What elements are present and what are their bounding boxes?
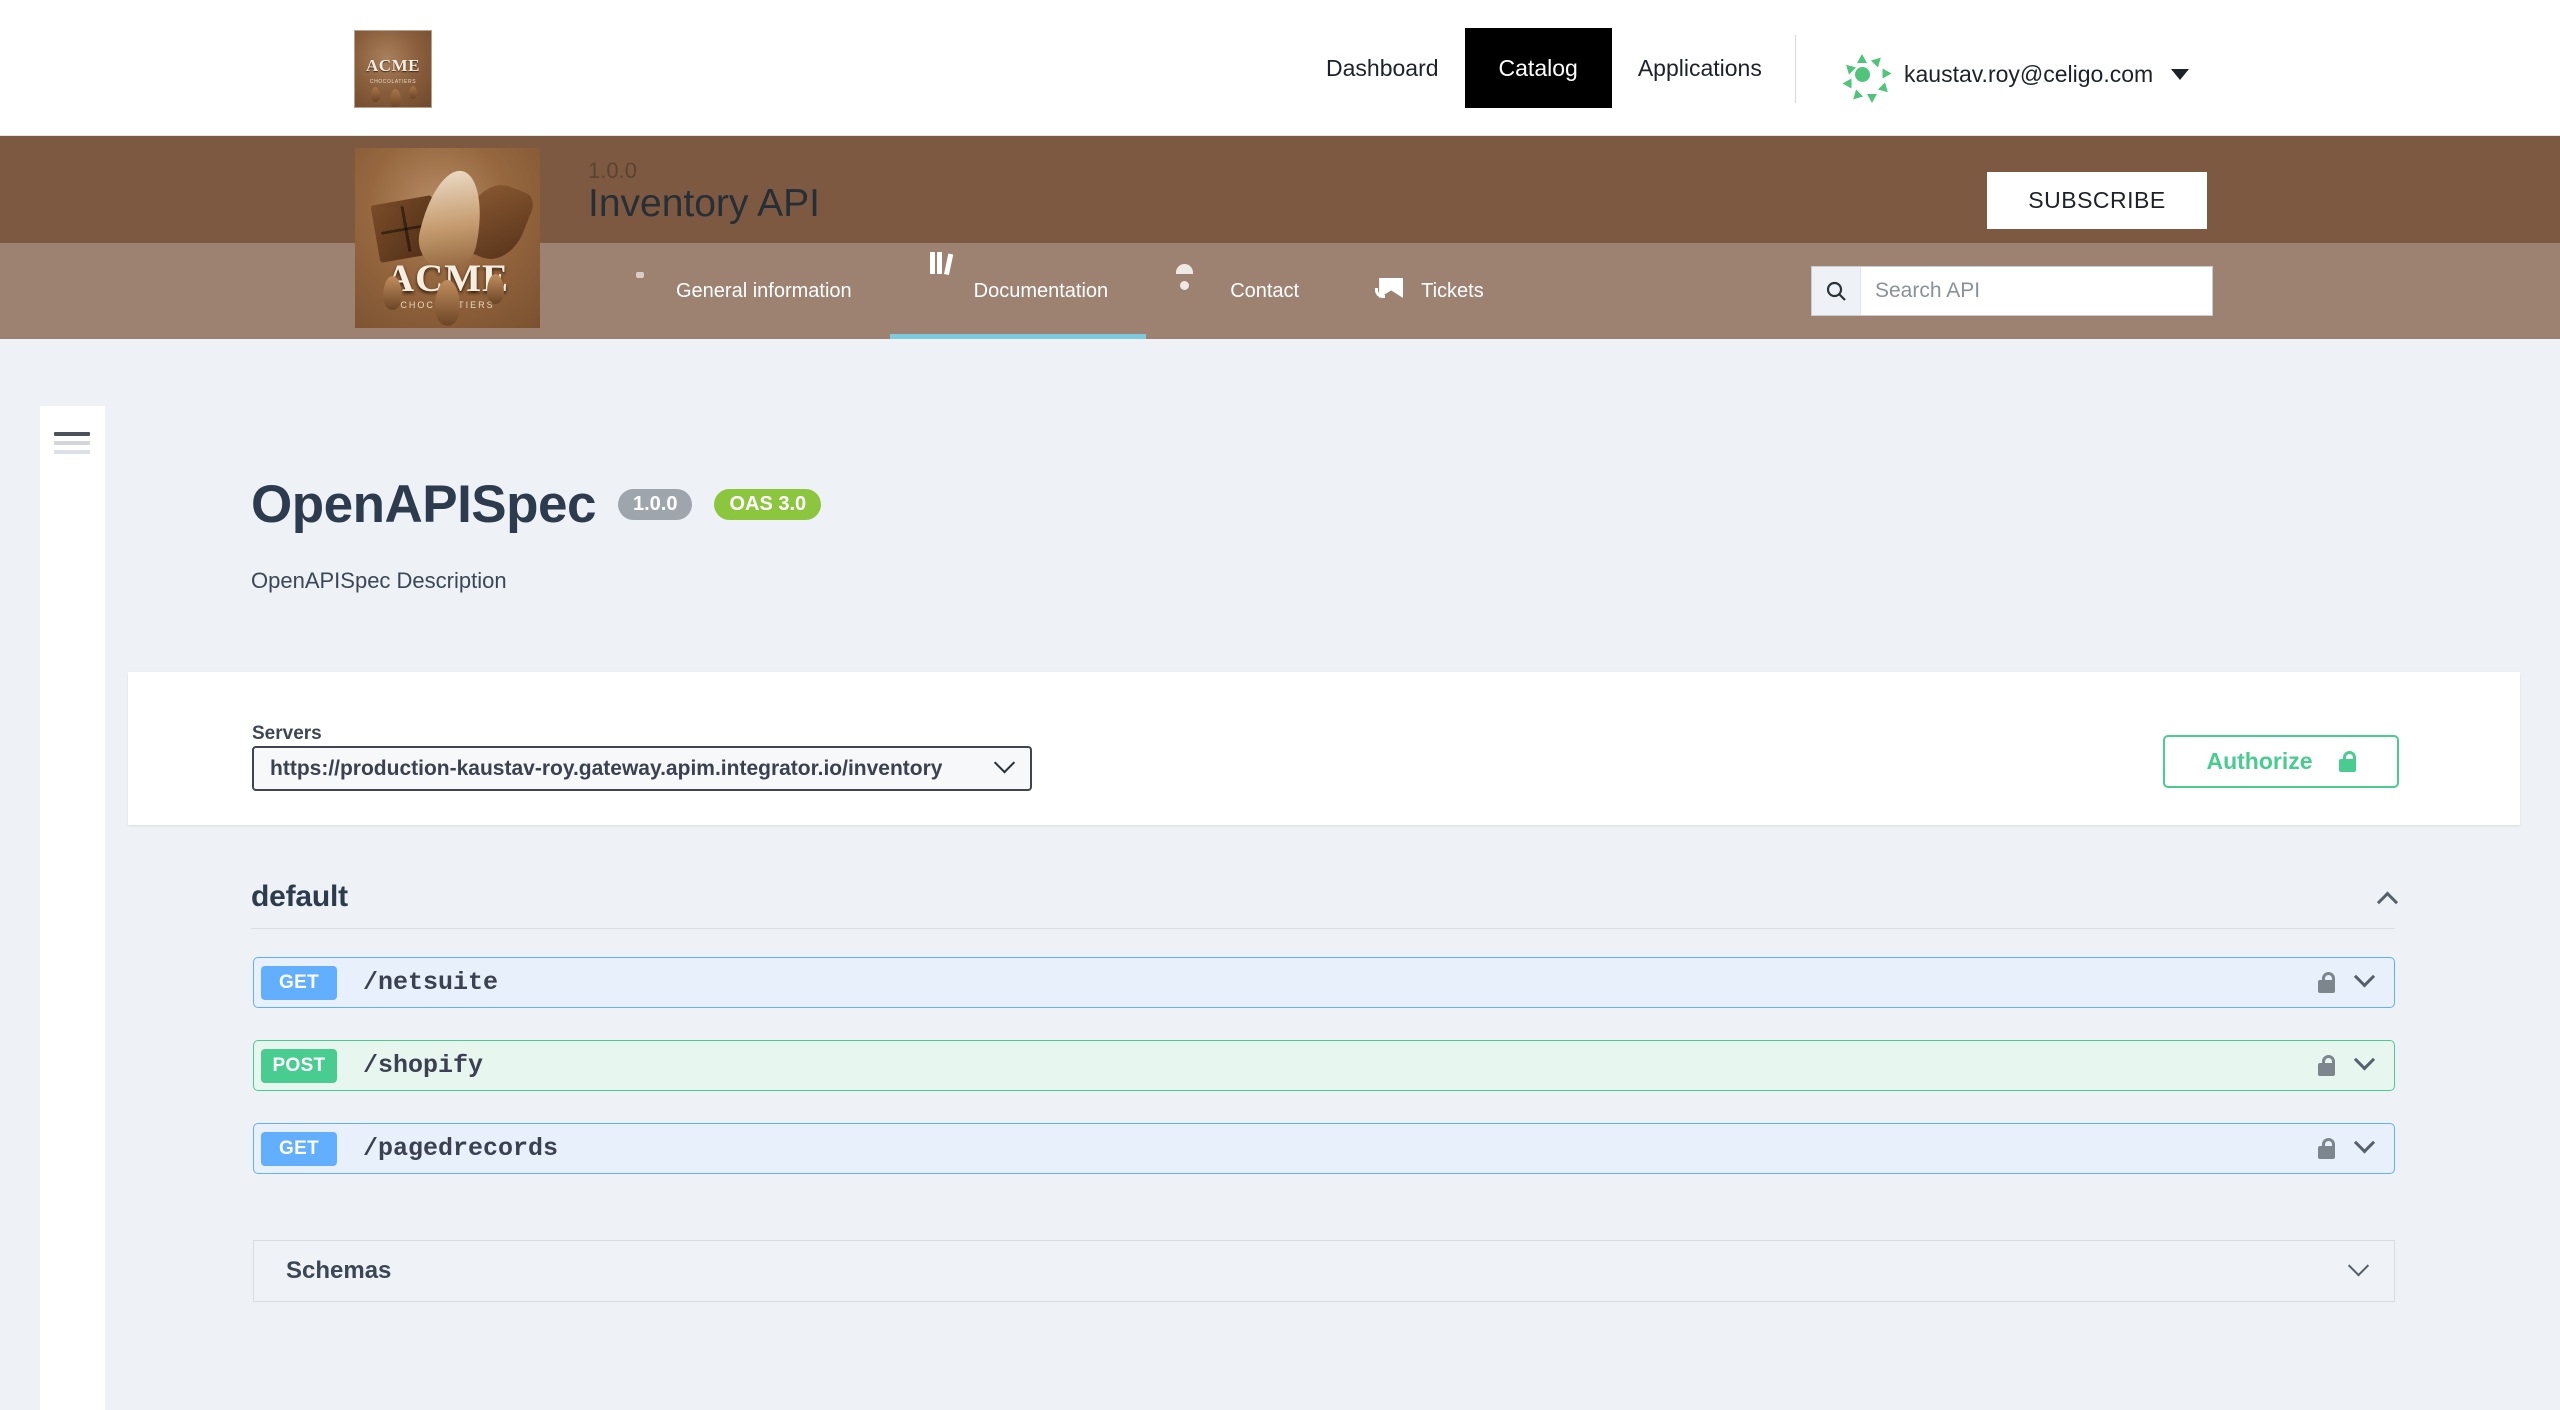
tab-label: General information — [676, 279, 852, 302]
celigo-logo-icon — [1838, 50, 1892, 103]
chevron-down-icon[interactable] — [2353, 1049, 2376, 1071]
operation-row-get-netsuite[interactable]: GET /netsuite — [253, 957, 2395, 1008]
chevron-down-icon[interactable] — [2353, 966, 2376, 988]
nav-item-dashboard[interactable]: Dashboard — [1300, 0, 1465, 136]
hamburger-menu-icon[interactable] — [54, 432, 90, 454]
unlock-icon — [2338, 751, 2356, 772]
authorize-button[interactable]: Authorize — [2163, 735, 2399, 788]
chocolate-drip-decoration — [435, 280, 460, 326]
server-select-value: https://production-kaustav-roy.gateway.a… — [270, 756, 943, 780]
operation-path: /netsuite — [363, 968, 499, 997]
schemas-title: Schemas — [286, 1257, 392, 1284]
celigo-ray — [1849, 89, 1864, 103]
api-search-box[interactable] — [1811, 266, 2213, 316]
acme-logo-subtext: CHOCOLATIERS — [369, 78, 417, 85]
celigo-ray — [1842, 61, 1857, 75]
clipboard-icon — [630, 276, 660, 306]
user-account-menu[interactable]: kaustav.roy@celigo.com — [1838, 50, 2190, 103]
celigo-ray — [1877, 82, 1892, 96]
user-email-label: kaustav.roy@celigo.com — [1904, 60, 2154, 87]
celigo-core-dot — [1854, 66, 1870, 82]
celigo-ray — [1867, 94, 1877, 103]
chevron-down-icon[interactable] — [2353, 1132, 2376, 1154]
unlock-icon[interactable] — [2318, 1055, 2335, 1076]
nav-divider — [1795, 35, 1796, 103]
version-badge: 1.0.0 — [617, 489, 693, 520]
acme-logo-wordmark: ACME — [366, 55, 420, 75]
http-method-badge: GET — [261, 965, 337, 1000]
celigo-ray — [1842, 78, 1852, 89]
operation-row-post-shopify[interactable]: POST /shopify — [253, 1040, 2395, 1091]
http-method-badge: GET — [261, 1131, 337, 1166]
search-input[interactable] — [1861, 268, 2212, 314]
operation-path: /shopify — [363, 1051, 484, 1080]
left-rail-panel — [40, 406, 105, 1410]
servers-label: Servers — [252, 723, 322, 744]
operation-path: /pagedrecords — [363, 1134, 559, 1163]
tab-label: Tickets — [1421, 279, 1484, 302]
acme-brand-logo-small[interactable]: ACME CHOCOLATIERS — [354, 30, 432, 108]
tab-tickets[interactable]: Tickets — [1337, 243, 1522, 339]
http-method-badge: POST — [261, 1048, 337, 1083]
unlock-icon[interactable] — [2318, 1138, 2335, 1159]
celigo-ray — [1870, 54, 1885, 68]
subscribe-button[interactable]: SUBSCRIBE — [1987, 172, 2207, 229]
tab-contact[interactable]: Contact — [1146, 243, 1337, 339]
acme-brand-logo-large: ACME CHOCOLATIERS — [355, 148, 540, 328]
section-title: default — [251, 879, 348, 913]
tab-label: Contact — [1230, 279, 1300, 302]
page-title: OpenAPISpec — [251, 475, 596, 534]
celigo-ray — [1882, 68, 1892, 79]
chocolate-drip-decoration — [487, 274, 504, 304]
server-select[interactable]: https://production-kaustav-roy.gateway.a… — [252, 746, 1032, 791]
schemas-section-header[interactable]: Schemas — [253, 1240, 2395, 1302]
chevron-down-icon[interactable] — [2171, 68, 2190, 80]
top-navigation-bar: ACME CHOCOLATIERS Dashboard Catalog Appl… — [0, 0, 2560, 136]
oas-badge: OAS 3.0 — [714, 489, 822, 520]
celigo-ray — [1857, 54, 1867, 63]
books-icon — [928, 252, 958, 306]
servers-card: Servers https://production-kaustav-roy.g… — [128, 672, 2520, 825]
nav-item-applications[interactable]: Applications — [1612, 0, 1788, 136]
operation-row-get-pagedrecords[interactable]: GET /pagedrecords — [253, 1123, 2395, 1174]
tab-general-information[interactable]: General information — [592, 243, 890, 339]
tab-label: Documentation — [973, 279, 1109, 302]
envelope-icon — [1375, 276, 1405, 306]
chevron-up-icon[interactable] — [2376, 891, 2399, 913]
api-title: Inventory API — [588, 182, 820, 225]
unlock-icon[interactable] — [2318, 972, 2335, 993]
spec-title-row: OpenAPISpec 1.0.0 OAS 3.0 — [251, 474, 822, 535]
chocolate-drip-decoration — [383, 276, 402, 310]
chocolate-drip-decoration — [390, 89, 401, 107]
tag-section-header-default[interactable]: default — [251, 865, 2399, 929]
api-tab-bar: General information Documentation Contac… — [592, 243, 1522, 339]
chocolate-drip-decoration — [409, 86, 417, 99]
tab-documentation[interactable]: Documentation — [889, 243, 1147, 339]
nav-item-catalog[interactable]: Catalog — [1464, 28, 1612, 108]
chocolate-drip-decoration — [371, 87, 380, 102]
authorize-label: Authorize — [2206, 748, 2313, 774]
api-version-label: 1.0.0 — [588, 158, 637, 183]
spec-description: OpenAPISpec Description — [251, 568, 507, 593]
search-icon — [1812, 267, 1861, 315]
primary-nav-links: Dashboard Catalog Applications — [1300, 0, 1788, 136]
person-icon — [1184, 276, 1214, 306]
chevron-down-icon[interactable] — [2347, 1254, 2370, 1276]
chevron-down-icon — [993, 752, 1016, 774]
